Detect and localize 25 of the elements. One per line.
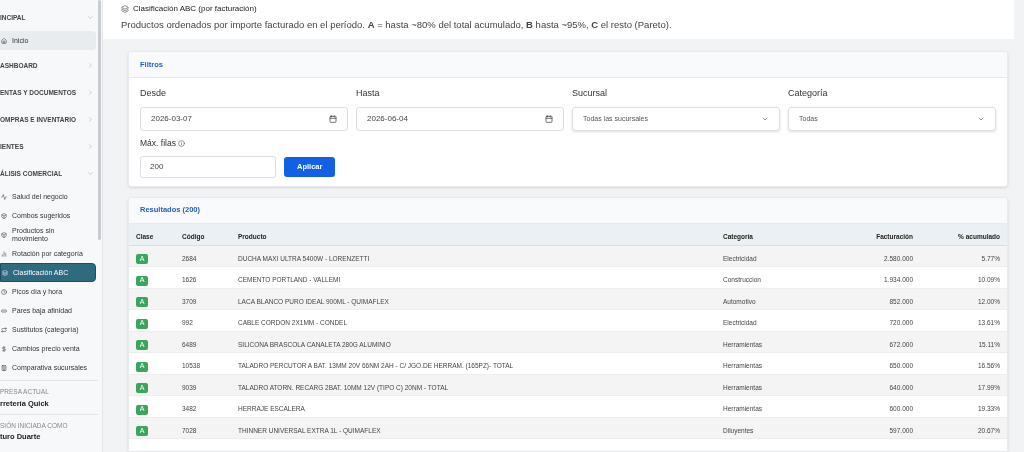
- layers-icon: [121, 5, 129, 13]
- menu-icon: [1, 231, 7, 238]
- menu-icon: [2, 269, 8, 276]
- menu-icon: [1, 326, 7, 333]
- menu-icon: [1, 250, 7, 257]
- page-title: Clasificación ABC (por facturación): [133, 3, 257, 15]
- field-label: Máx. filas: [140, 136, 176, 150]
- calendar-icon: [329, 114, 337, 123]
- field-label: Categoría: [788, 87, 829, 101]
- page-description: Productos ordenados por importe facturado en el período. A = hasta ~80% del total acumulado, B hasta ~95%, C el resto (Pareto).: [121, 18, 673, 32]
- info-icon: [177, 139, 185, 147]
- menu-icon: [1, 212, 7, 219]
- menu-icon: [1, 193, 7, 200]
- calendar-icon: [545, 114, 553, 123]
- menu-icon: [1, 345, 7, 352]
- date-field[interactable]: 2026-03-07: [140, 106, 348, 131]
- menu-icon: [1, 37, 7, 44]
- field-label: Desde: [140, 87, 167, 101]
- field-label: Sucursal: [572, 87, 608, 101]
- field-label: Hasta: [356, 87, 381, 101]
- menu-icon: [1, 288, 7, 295]
- number-field[interactable]: 200: [140, 155, 276, 178]
- date-field[interactable]: 2026-06-04: [356, 106, 564, 131]
- menu-icon: [1, 307, 7, 314]
- menu-icon: [1, 364, 7, 371]
